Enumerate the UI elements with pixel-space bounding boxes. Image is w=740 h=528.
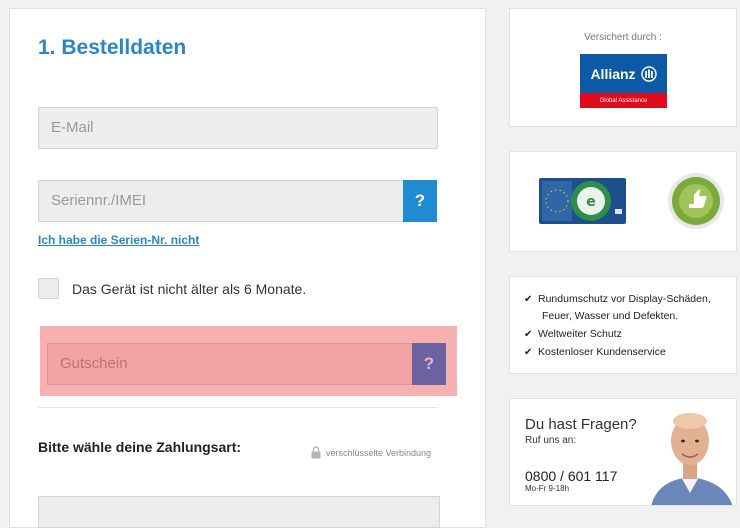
contact-title: Du hast Fragen? bbox=[525, 416, 637, 433]
feature-item: ✔ Weltweiter Schutz bbox=[524, 328, 622, 340]
features-card: ✔ Rundumschutz vor Display-Schäden, Feuer… bbox=[509, 276, 737, 374]
contact-card: Du hast Fragen? Ruf uns an: 0800 / 601 1… bbox=[509, 398, 737, 506]
allianz-logo: Allianz Global Assistance bbox=[580, 54, 667, 108]
check-icon: ✔ bbox=[524, 329, 533, 340]
email-field[interactable]: E-Mail bbox=[38, 107, 438, 149]
phone-number[interactable]: 0800 / 601 117 bbox=[525, 468, 617, 484]
secure-connection-text: verschlüsselte Verbindung bbox=[326, 447, 432, 458]
check-icon: ✔ bbox=[524, 294, 533, 305]
support-person-photo bbox=[643, 405, 736, 505]
payment-option[interactable] bbox=[38, 496, 440, 528]
contact-subtitle: Ruf uns an: bbox=[525, 435, 577, 446]
euro-label-badge: e bbox=[539, 178, 626, 224]
feature-item: ✔ Kostenloser Kundenservice bbox=[524, 346, 666, 358]
allianz-sub: Global Assistance bbox=[580, 93, 667, 108]
payment-method-label: Bitte wähle deine Zahlungsart: bbox=[38, 439, 242, 455]
device-age-label: Das Gerät ist nicht älter als 6 Monate. bbox=[72, 281, 307, 297]
trust-badges-card: e bbox=[509, 151, 737, 252]
allianz-emblem-icon bbox=[640, 65, 657, 82]
coupon-help-button[interactable]: ? bbox=[412, 343, 446, 385]
serial-number-field[interactable]: Seriennr./IMEI bbox=[38, 180, 404, 222]
serial-help-button[interactable]: ? bbox=[403, 180, 437, 222]
ekomi-badge bbox=[667, 172, 725, 230]
secure-connection-note: verschlüsselte Verbindung bbox=[311, 446, 431, 461]
check-icon: ✔ bbox=[524, 347, 533, 358]
section-title: 1. Bestelldaten bbox=[38, 36, 187, 59]
no-serial-link[interactable]: Ich habe die Serien-Nr. nicht bbox=[38, 233, 199, 247]
feature-item: ✔ Rundumschutz vor Display-Schäden, bbox=[524, 293, 711, 305]
opening-hours: Mo-Fr 9-18h bbox=[525, 484, 570, 493]
coupon-field[interactable]: Gutschein bbox=[47, 343, 413, 385]
lock-icon bbox=[311, 446, 321, 461]
feature-item-continued: Feuer, Wasser und Defekten. bbox=[542, 310, 679, 322]
insured-by-label: Versichert durch : bbox=[584, 32, 662, 43]
device-age-checkbox[interactable] bbox=[38, 278, 59, 299]
insurance-card: Versichert durch : Allianz Global Assist… bbox=[509, 8, 737, 127]
divider bbox=[38, 407, 438, 408]
svg-text:e: e bbox=[586, 194, 596, 210]
allianz-brand: Allianz bbox=[590, 65, 636, 82]
